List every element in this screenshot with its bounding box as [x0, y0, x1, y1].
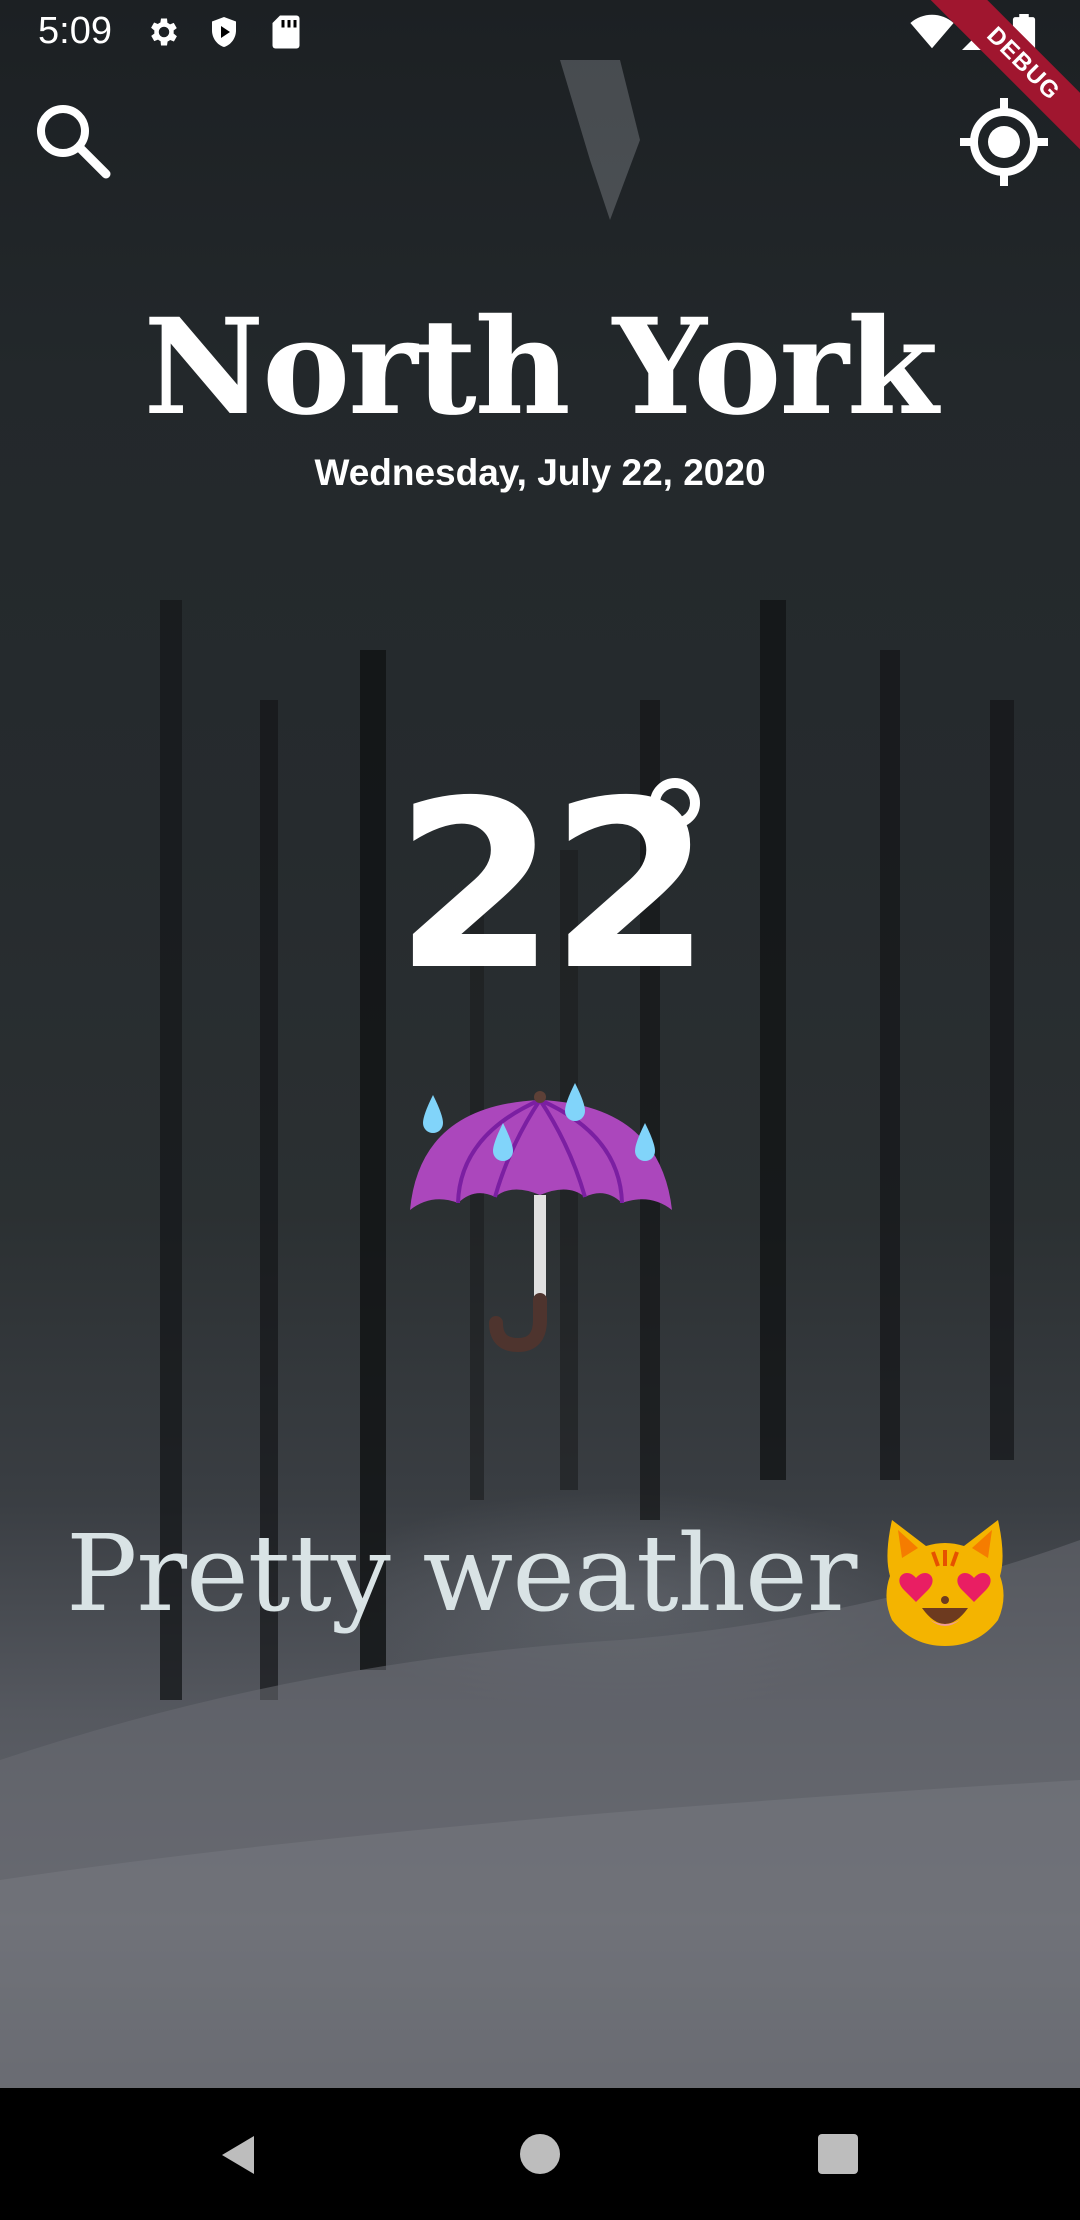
weather-screen: 5:09 DEBUG North York Wednesday, July 22… — [0, 0, 1080, 2220]
status-time: 5:09 — [38, 10, 112, 52]
current-location-button[interactable] — [958, 96, 1050, 188]
wifi-icon — [910, 14, 954, 54]
degree-symbol — [650, 778, 700, 828]
sd-card-icon — [270, 14, 302, 54]
search-button[interactable] — [32, 100, 114, 182]
crosshair-location-icon — [960, 98, 1048, 186]
weather-message: Pretty weather — [66, 1512, 857, 1635]
umbrella-with-rain-emoji — [400, 1075, 680, 1355]
status-bar: 5:09 — [0, 0, 1080, 66]
temperature-display: 22 — [0, 770, 1080, 1010]
search-icon — [37, 105, 111, 179]
smiling-cat-heart-eyes-emoji — [878, 1516, 1012, 1650]
back-button[interactable] — [216, 2132, 262, 2182]
back-icon — [222, 2136, 254, 2174]
recents-button[interactable] — [818, 2134, 858, 2174]
gear-icon — [146, 14, 182, 54]
shield-play-icon — [206, 14, 242, 54]
current-date: Wednesday, July 22, 2020 — [314, 452, 766, 493]
city-name: North York — [143, 290, 939, 445]
navigation-bar — [0, 2088, 1080, 2220]
home-button[interactable] — [520, 2134, 560, 2174]
